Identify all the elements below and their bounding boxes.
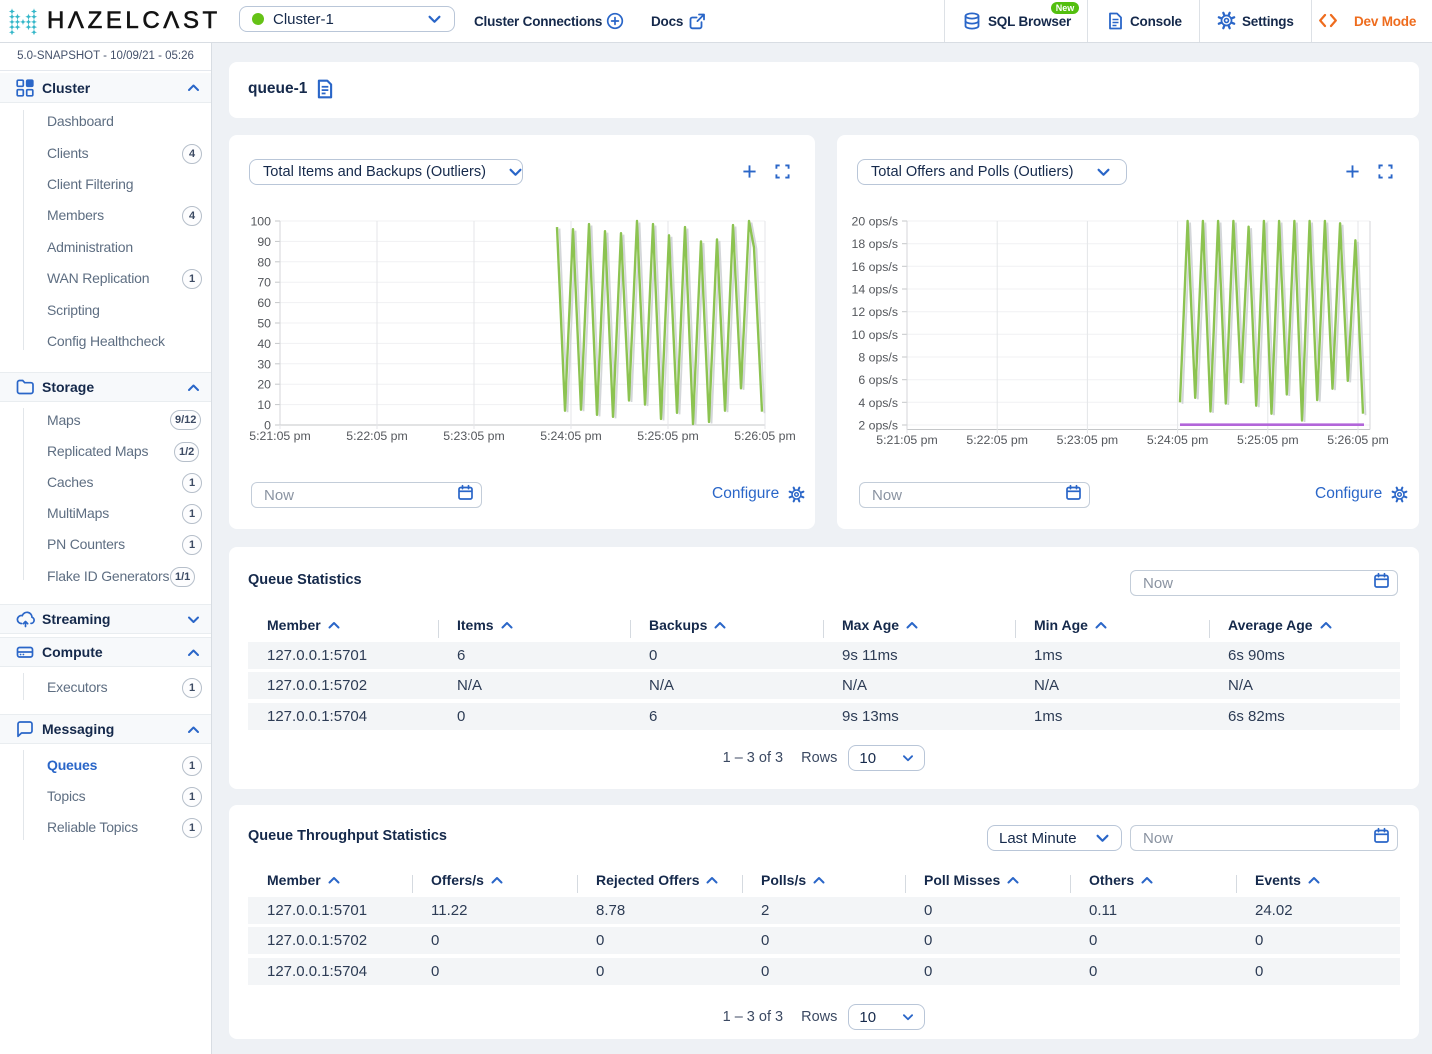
svg-text:18 ops/s: 18 ops/s (852, 237, 899, 251)
svg-text:2 ops/s: 2 ops/s (858, 419, 898, 433)
svg-text:5:21:05 pm: 5:21:05 pm (249, 429, 311, 443)
svg-text:10: 10 (257, 398, 271, 412)
svg-text:5:23:05 pm: 5:23:05 pm (443, 429, 505, 443)
svg-text:70: 70 (257, 276, 271, 290)
svg-text:5:24:05 pm: 5:24:05 pm (1147, 433, 1209, 447)
svg-text:60: 60 (257, 296, 271, 310)
svg-text:20: 20 (257, 378, 271, 392)
svg-text:100: 100 (250, 215, 271, 229)
svg-text:30: 30 (257, 357, 271, 371)
svg-text:80: 80 (257, 255, 271, 269)
svg-text:40: 40 (257, 337, 271, 351)
svg-text:4 ops/s: 4 ops/s (858, 396, 898, 410)
svg-text:12 ops/s: 12 ops/s (852, 305, 899, 319)
svg-text:14 ops/s: 14 ops/s (852, 283, 899, 297)
svg-text:5:23:05 pm: 5:23:05 pm (1057, 433, 1119, 447)
svg-text:5:25:05 pm: 5:25:05 pm (1237, 433, 1299, 447)
svg-text:5:22:05 pm: 5:22:05 pm (346, 429, 408, 443)
svg-text:16 ops/s: 16 ops/s (852, 260, 899, 274)
svg-text:5:21:05 pm: 5:21:05 pm (876, 433, 938, 447)
svg-text:20 ops/s: 20 ops/s (852, 215, 899, 229)
svg-text:8 ops/s: 8 ops/s (858, 351, 898, 365)
svg-text:5:24:05 pm: 5:24:05 pm (540, 429, 602, 443)
svg-text:6 ops/s: 6 ops/s (858, 373, 898, 387)
svg-text:90: 90 (257, 235, 271, 249)
svg-text:5:22:05 pm: 5:22:05 pm (966, 433, 1028, 447)
svg-text:5:26:05 pm: 5:26:05 pm (1327, 433, 1389, 447)
svg-text:5:26:05 pm: 5:26:05 pm (734, 429, 796, 443)
svg-text:10 ops/s: 10 ops/s (852, 328, 899, 342)
svg-text:5:25:05 pm: 5:25:05 pm (637, 429, 699, 443)
svg-text:50: 50 (257, 317, 271, 331)
